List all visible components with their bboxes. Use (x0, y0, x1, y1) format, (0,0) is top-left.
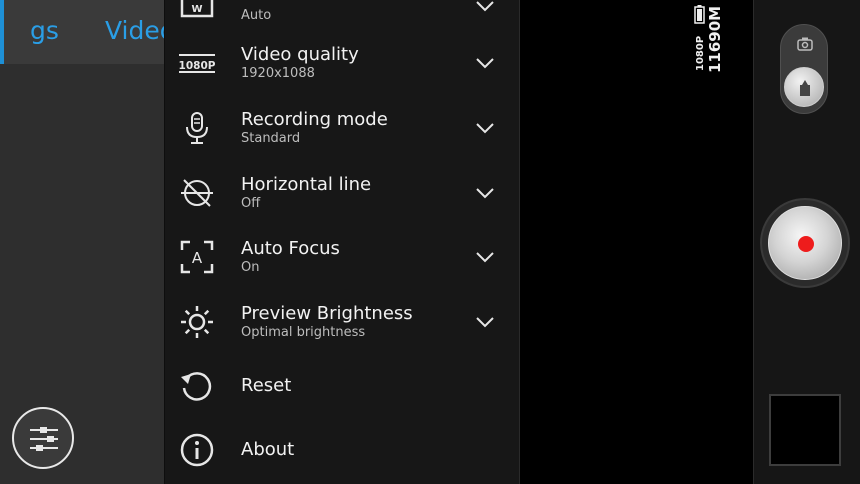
chevron-down-icon (476, 188, 494, 199)
tab-settings[interactable]: gs (30, 16, 59, 45)
camera-icon (797, 37, 813, 51)
setting-value: Optimal brightness (241, 325, 366, 340)
storage-remaining: 11690M (706, 6, 724, 73)
setting-title: About (241, 439, 295, 460)
record-dot-icon (798, 236, 814, 252)
recording-info-overlay: 1080P 11690M (694, 5, 724, 73)
chevron-down-icon (476, 123, 494, 134)
setting-row-recording-mode[interactable]: Recording mode Standard (165, 96, 521, 160)
setting-title: Auto Focus (241, 238, 340, 259)
svg-text:A: A (192, 249, 203, 267)
tab-video[interactable]: Video (105, 16, 164, 45)
record-button[interactable] (760, 198, 850, 288)
setting-value: Standard (241, 131, 301, 146)
battery-icon (694, 5, 705, 24)
record-button-face (768, 206, 842, 280)
chevron-down-icon (476, 252, 494, 263)
setting-title: Video quality (241, 44, 359, 65)
sliders-icon (30, 427, 58, 451)
settings-panel: W Auto 1080P Video quality 1920x1088 Rec… (164, 0, 520, 484)
mode-switch-knob[interactable] (784, 67, 824, 107)
reset-icon (181, 372, 212, 401)
setting-value: 1920x1088 (241, 66, 315, 81)
auto-focus-icon: A (180, 240, 214, 274)
info-icon (180, 433, 214, 467)
svg-text:1080P: 1080P (179, 60, 215, 72)
setting-value: Off (241, 196, 261, 211)
left-panel: gs Video (0, 0, 164, 484)
brightness-icon (181, 306, 213, 338)
camera-mode-switch[interactable] (780, 24, 828, 114)
resolution-1080p-icon: 1080P (179, 54, 215, 73)
chevron-down-icon (476, 58, 494, 69)
white-balance-icon: W (180, 0, 214, 18)
setting-title: Preview Brightness (241, 303, 413, 324)
setting-value: Auto (241, 8, 272, 23)
tab-bar: gs Video (0, 0, 164, 64)
chevron-down-icon (476, 317, 494, 328)
setting-row-video-quality[interactable]: 1080P Video quality 1920x1088 (165, 31, 521, 95)
setting-row-about[interactable]: About (165, 418, 521, 482)
horizontal-line-icon (181, 179, 213, 207)
setting-row-preview-brightness[interactable]: Preview Brightness Optimal brightness (165, 290, 521, 354)
svg-text:W: W (191, 4, 202, 15)
setting-row-horizontal-line[interactable]: Horizontal line Off (165, 161, 521, 225)
video-camera-icon (800, 80, 810, 96)
setting-title: Horizontal line (241, 174, 372, 195)
chevron-down-icon (476, 1, 494, 12)
setting-row-reset[interactable]: Reset (165, 354, 521, 418)
setting-row-auto-focus[interactable]: A Auto Focus On (165, 225, 521, 289)
gallery-thumbnail[interactable] (769, 394, 841, 466)
setting-value: On (241, 260, 260, 275)
settings-toggle-button[interactable] (12, 407, 74, 469)
resolution-indicator: 1080P (695, 36, 706, 71)
setting-title: Recording mode (241, 109, 388, 130)
setting-title: Reset (241, 375, 292, 396)
microphone-icon (186, 112, 208, 144)
tab-indicator (0, 0, 4, 64)
